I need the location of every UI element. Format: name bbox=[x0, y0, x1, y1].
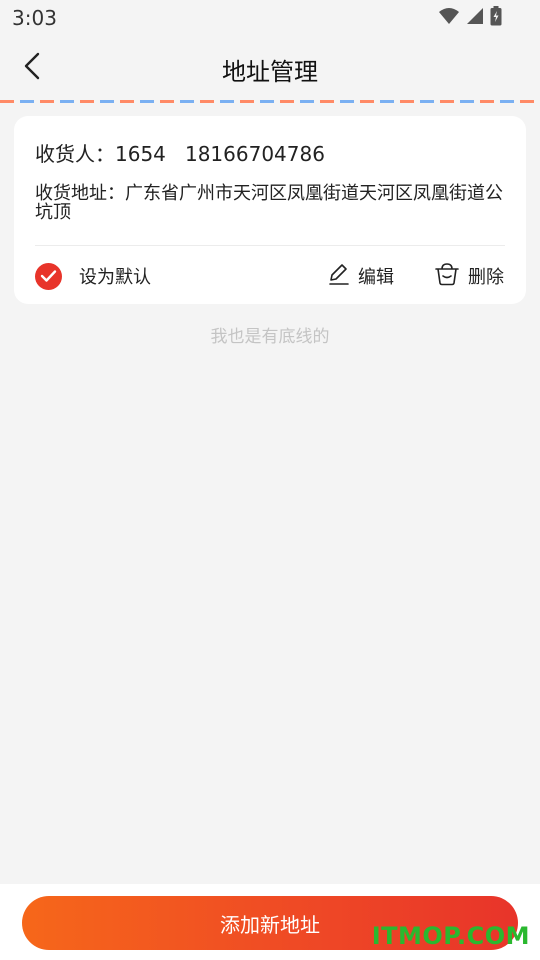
watermark-logo: ITMOP.COM bbox=[371, 922, 530, 950]
delete-button[interactable]: 删除 bbox=[434, 262, 504, 290]
battery-icon bbox=[490, 6, 502, 30]
header: 地址管理 bbox=[0, 36, 540, 100]
trash-basket-icon bbox=[434, 262, 460, 291]
receiver-info: 收货人：1654 18166704786 bbox=[35, 142, 325, 166]
set-default-toggle[interactable]: 设为默认 bbox=[35, 262, 151, 290]
status-time: 3:03 bbox=[12, 6, 57, 30]
page-title: 地址管理 bbox=[222, 58, 318, 86]
pencil-icon bbox=[328, 262, 350, 291]
end-of-list-note: 我也是有底线的 bbox=[210, 327, 330, 347]
address-card[interactable]: 收货人：1654 18166704786 收货地址：广东省广州市天河区凤凰街道天… bbox=[14, 116, 526, 304]
card-divider bbox=[35, 245, 505, 246]
airmail-divider bbox=[0, 100, 540, 103]
edit-button[interactable]: 编辑 bbox=[328, 262, 394, 290]
set-default-label: 设为默认 bbox=[79, 267, 151, 288]
address-text: 收货地址：广东省广州市天河区凤凰街道天河区凤凰街道公坑顶 bbox=[35, 183, 503, 223]
status-bar: 3:03 bbox=[0, 0, 540, 36]
edit-label: 编辑 bbox=[358, 267, 394, 288]
check-circle-icon bbox=[35, 262, 62, 290]
delete-label: 删除 bbox=[468, 267, 504, 288]
status-icons bbox=[438, 6, 502, 30]
signal-icon bbox=[466, 7, 484, 29]
wifi-icon bbox=[438, 7, 460, 29]
